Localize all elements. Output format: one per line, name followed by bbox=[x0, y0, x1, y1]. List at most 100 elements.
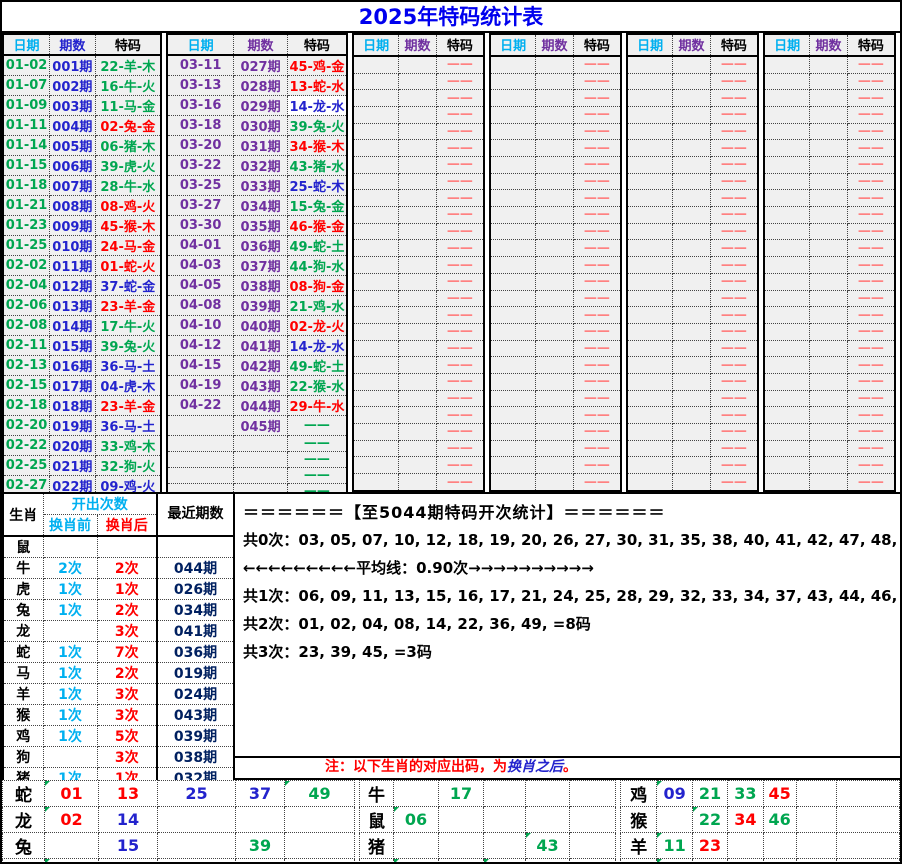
period-cell bbox=[399, 223, 437, 240]
date-cell: 03-20 bbox=[167, 136, 234, 156]
code-cell: —— bbox=[287, 452, 347, 468]
period-cell: 040期 bbox=[234, 316, 288, 336]
period-cell bbox=[399, 323, 437, 340]
count-header: 开出次数 bbox=[43, 493, 157, 515]
empty-cell bbox=[570, 781, 616, 807]
code-cell: —— bbox=[573, 457, 621, 474]
zodiac-label: 鸡 bbox=[621, 781, 657, 807]
after-count: 2次 bbox=[97, 663, 157, 684]
period-cell bbox=[810, 307, 848, 324]
recent-header: 最近期数 bbox=[157, 493, 234, 536]
period-table-group-6: 日期期数特码——————————————————————————————————… bbox=[763, 33, 896, 492]
date-cell: 02-04 bbox=[3, 276, 50, 296]
column-header-date: 日期 bbox=[490, 34, 536, 56]
period-cell bbox=[536, 474, 574, 491]
period-cell: 027期 bbox=[234, 55, 288, 76]
date-cell: 03-22 bbox=[167, 156, 234, 176]
period-cell bbox=[399, 474, 437, 491]
period-cell bbox=[673, 440, 711, 457]
period-cell bbox=[810, 90, 848, 107]
code-cell: —— bbox=[436, 340, 484, 357]
code-cell: —— bbox=[573, 273, 621, 290]
code-cell: —— bbox=[436, 173, 484, 190]
code-cell: —— bbox=[436, 407, 484, 424]
period-cell: 011期 bbox=[50, 256, 96, 276]
zodiac-label: 蛇 bbox=[3, 781, 45, 807]
zodiac-label: 龙 bbox=[3, 621, 43, 642]
column-header-code: 特码 bbox=[847, 34, 895, 56]
date-cell: 02-02 bbox=[3, 256, 50, 276]
empty-cell bbox=[285, 807, 355, 833]
empty-cell bbox=[484, 807, 526, 833]
period-cell: 035期 bbox=[234, 216, 288, 236]
code-cell: 39-虎-火 bbox=[95, 156, 161, 176]
stat-line: ←←←←←←←←←平均线：0.90次→→→→→→→→→→ bbox=[243, 554, 902, 582]
code-cell: —— bbox=[436, 56, 484, 73]
code-cell: —— bbox=[847, 190, 895, 207]
code-cell: —— bbox=[847, 123, 895, 140]
date-cell bbox=[167, 436, 234, 452]
number-cell: 39 bbox=[236, 833, 285, 859]
number-cell: 01 bbox=[45, 781, 99, 807]
period-cell: 031期 bbox=[234, 136, 288, 156]
code-cell: 36-马-土 bbox=[95, 416, 161, 436]
date-cell bbox=[490, 424, 536, 441]
date-cell bbox=[764, 190, 810, 207]
zodiac-label: 牛 bbox=[360, 781, 394, 807]
date-cell bbox=[627, 323, 673, 340]
period-cell bbox=[536, 424, 574, 441]
period-cell bbox=[673, 390, 711, 407]
period-table-group-2: 日期期数特码03-11027期45-鸡-金03-13028期13-蛇-水03-1… bbox=[166, 33, 348, 549]
date-cell bbox=[353, 340, 399, 357]
period-cell bbox=[673, 157, 711, 174]
stat-line: 共0次：03, 05, 07, 10, 12, 18, 19, 20, 26, … bbox=[243, 526, 902, 554]
after-count: 3次 bbox=[97, 621, 157, 642]
period-cell bbox=[673, 207, 711, 224]
empty-cell bbox=[526, 781, 570, 807]
date-cell bbox=[353, 207, 399, 224]
empty-cell bbox=[837, 833, 900, 859]
code-cell: —— bbox=[710, 424, 758, 441]
recent-period: 026期 bbox=[157, 579, 234, 600]
code-cell: —— bbox=[847, 157, 895, 174]
column-header-date: 日期 bbox=[353, 34, 399, 56]
code-cell: 29-牛-水 bbox=[287, 396, 347, 416]
code-cell: —— bbox=[847, 373, 895, 390]
code-cell: —— bbox=[847, 340, 895, 357]
number-cell: 23 bbox=[692, 833, 727, 859]
code-cell: —— bbox=[710, 90, 758, 107]
code-cell: —— bbox=[847, 207, 895, 224]
code-cell: —— bbox=[847, 440, 895, 457]
code-cell: —— bbox=[436, 240, 484, 257]
date-cell bbox=[627, 173, 673, 190]
zodiac-count-row: 牛2次2次044期 bbox=[3, 558, 234, 579]
date-cell bbox=[353, 73, 399, 90]
code-cell: 28-牛-水 bbox=[95, 176, 161, 196]
period-cell bbox=[810, 257, 848, 274]
date-cell bbox=[627, 407, 673, 424]
code-cell: —— bbox=[573, 207, 621, 224]
date-cell bbox=[490, 340, 536, 357]
period-cell bbox=[810, 190, 848, 207]
code-cell: —— bbox=[573, 390, 621, 407]
code-cell: —— bbox=[710, 123, 758, 140]
code-cell: 45-鸡-金 bbox=[287, 55, 347, 76]
date-cell bbox=[627, 73, 673, 90]
zodiac-label: 虎 bbox=[3, 579, 43, 600]
number-cell: 32 bbox=[484, 859, 526, 864]
before-count bbox=[43, 747, 97, 768]
date-cell: 03-11 bbox=[167, 55, 234, 76]
period-cell bbox=[673, 407, 711, 424]
date-cell bbox=[764, 173, 810, 190]
code-cell: —— bbox=[573, 73, 621, 90]
middle-section: 生肖开出次数最近期数换肖前换肖后鼠牛2次2次044期虎1次1次026期兔1次2次… bbox=[2, 492, 900, 758]
zodiac-label: 羊 bbox=[3, 684, 43, 705]
empty-cell bbox=[796, 807, 836, 833]
period-cell bbox=[536, 106, 574, 123]
code-cell: 08-鸡-火 bbox=[95, 196, 161, 216]
number-cell: 34 bbox=[728, 807, 763, 833]
period-cell: 034期 bbox=[234, 196, 288, 216]
zodiac-label: 马 bbox=[3, 663, 43, 684]
number-cell: 14 bbox=[99, 807, 158, 833]
code-cell: —— bbox=[436, 73, 484, 90]
